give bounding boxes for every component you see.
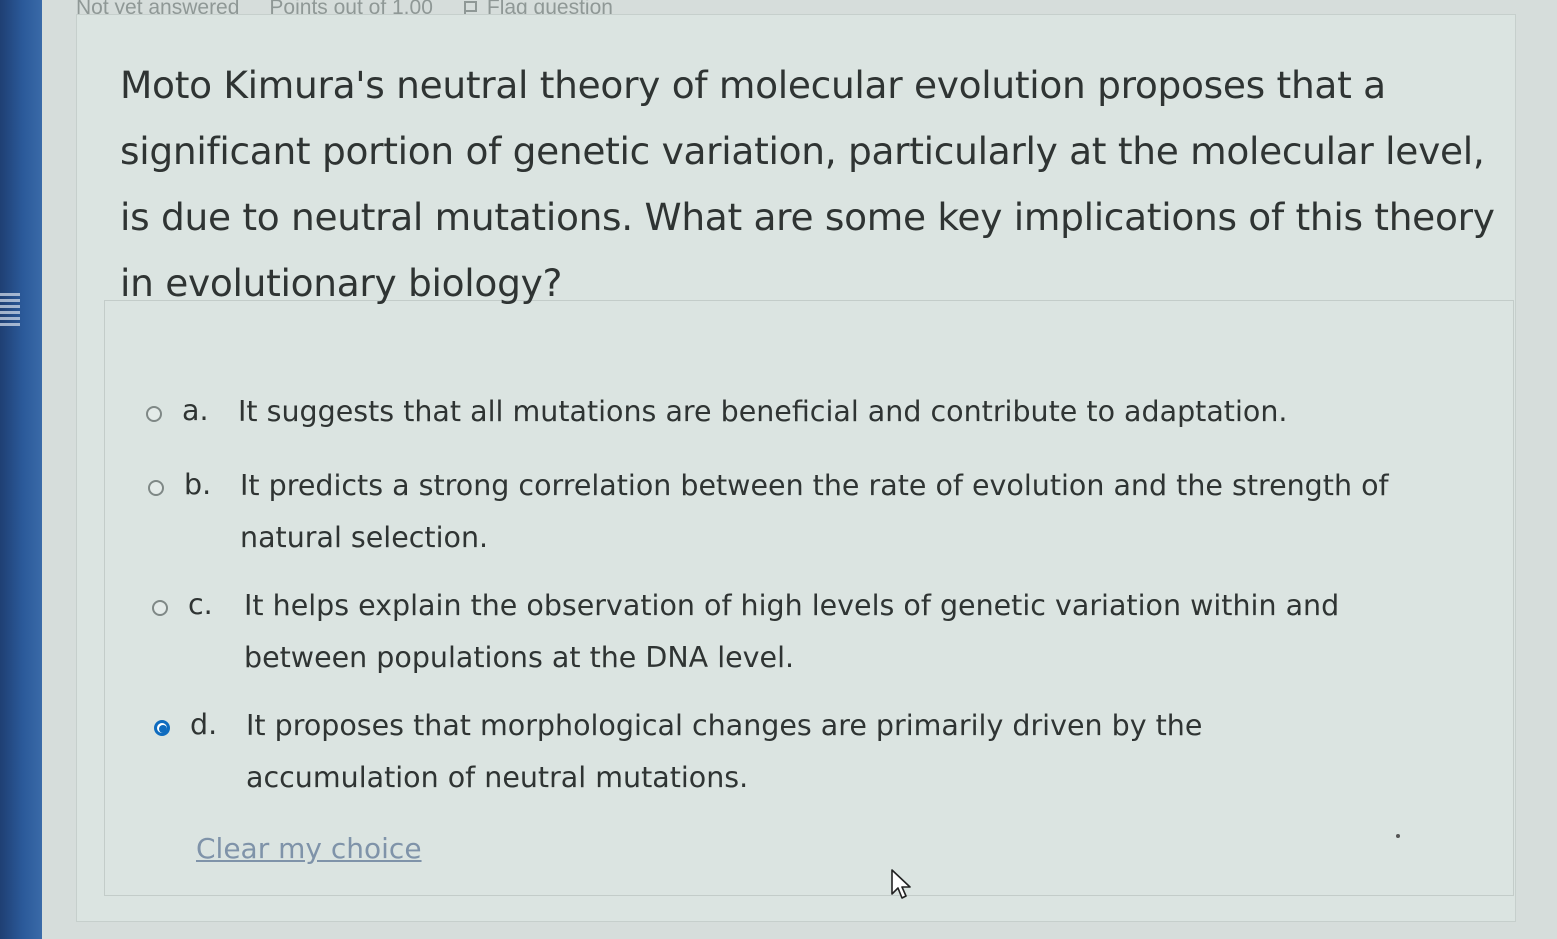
answer-option-c[interactable]: c. It helps explain the observation of h… bbox=[152, 588, 1422, 684]
answer-option-b[interactable]: b. It predicts a strong correlation betw… bbox=[148, 468, 1438, 564]
answer-option-d[interactable]: d. It proposes that morphological change… bbox=[154, 708, 1394, 804]
answer-text-b: It predicts a strong correlation between… bbox=[240, 469, 1389, 554]
answer-text-a: It suggests that all mutations are benef… bbox=[238, 395, 1288, 428]
stray-dot bbox=[1396, 834, 1400, 838]
answer-text-d: It proposes that morphological changes a… bbox=[246, 709, 1203, 794]
answer-letter-a: a. bbox=[182, 394, 209, 427]
answer-letter-c: c. bbox=[188, 588, 213, 621]
answer-letter-b: b. bbox=[184, 468, 212, 501]
answer-text-c: It helps explain the observation of high… bbox=[244, 589, 1340, 674]
answer-letter-d: d. bbox=[190, 708, 218, 741]
radio-d[interactable] bbox=[154, 720, 170, 736]
clear-choice-link[interactable]: Clear my choice bbox=[196, 832, 422, 865]
answer-list: a. It suggests that all mutations are be… bbox=[0, 0, 1557, 939]
radio-c[interactable] bbox=[152, 600, 168, 616]
radio-a[interactable] bbox=[146, 406, 162, 422]
mouse-pointer-icon bbox=[891, 869, 911, 899]
radio-b[interactable] bbox=[148, 480, 164, 496]
answer-option-a[interactable]: a. It suggests that all mutations are be… bbox=[146, 394, 1446, 438]
